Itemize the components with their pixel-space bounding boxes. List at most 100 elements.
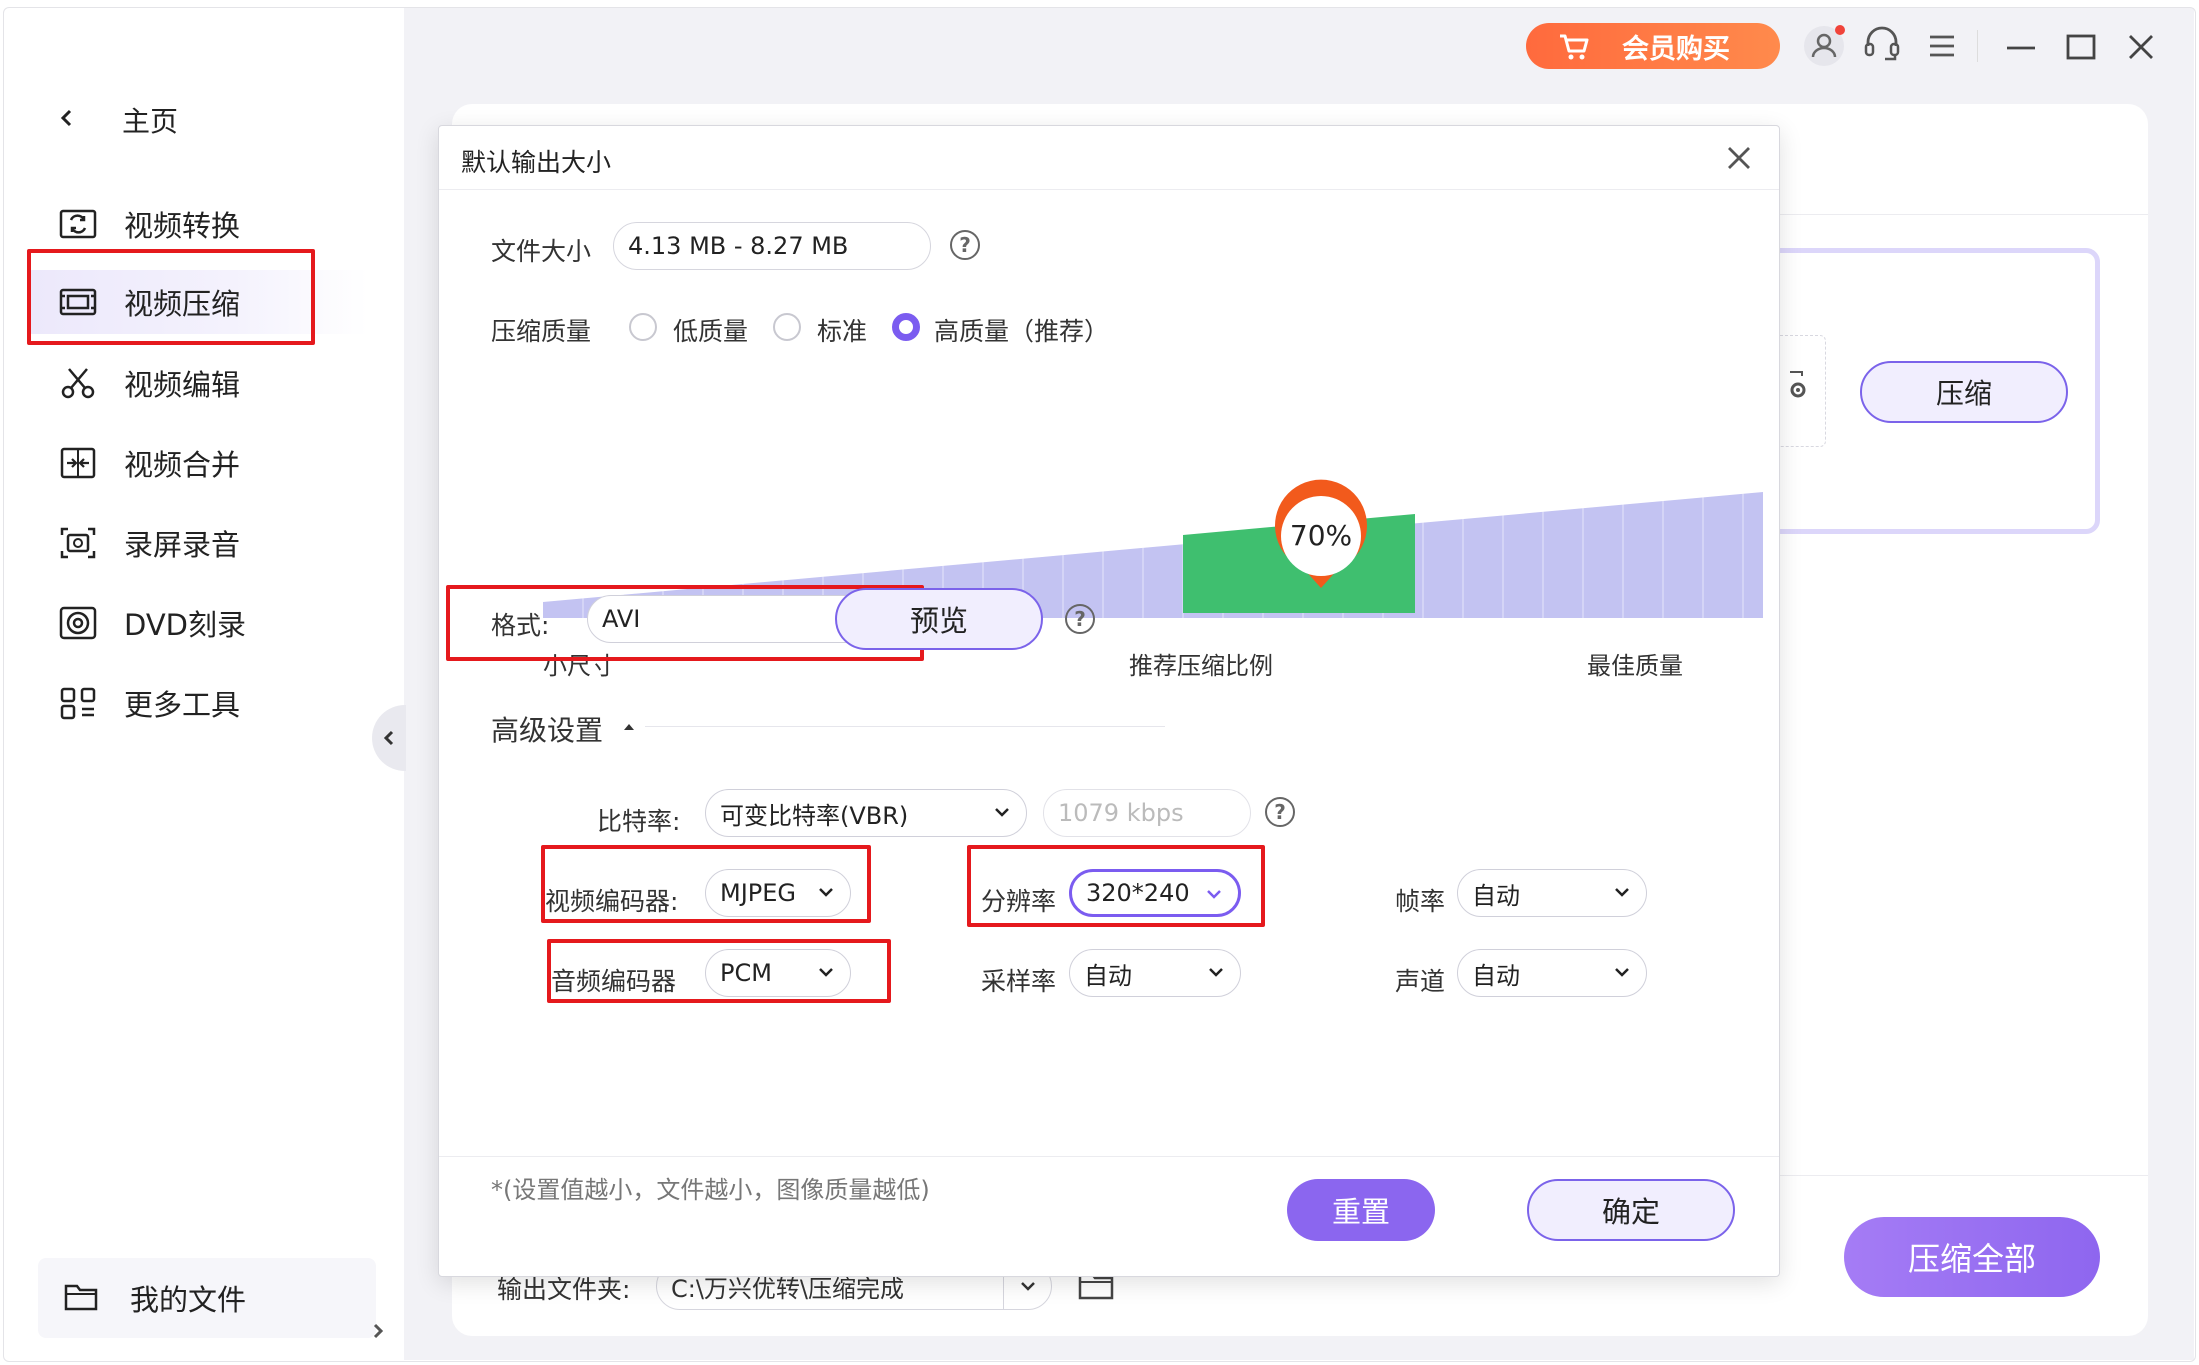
samplerate-value: 自动 [1084, 961, 1132, 990]
ok-button[interactable]: 确定 [1527, 1179, 1735, 1241]
disc-icon [59, 606, 97, 640]
compress-button[interactable]: 压缩 [1860, 361, 2068, 423]
framerate-value: 自动 [1472, 881, 1520, 910]
quality-low-label[interactable]: 低质量 [673, 312, 748, 348]
quality-high-radio[interactable] [892, 313, 920, 341]
home-nav[interactable]: 主页 [60, 100, 178, 140]
bitrate-value-field: 1079 kbps [1043, 789, 1251, 837]
sidebar-item-dvd-burn[interactable]: DVD刻录 [28, 591, 368, 655]
quality-slider[interactable]: 70% [543, 378, 1803, 618]
sidebar-item-label: 视频转换 [124, 209, 241, 243]
help-icon[interactable]: ? [1065, 604, 1095, 634]
format-label: 格式: [491, 611, 550, 640]
menu-icon[interactable] [1928, 34, 1956, 58]
divider [439, 1156, 1779, 1157]
sidebar-item-label: 视频编辑 [124, 368, 241, 402]
file-size-label: 文件大小 [491, 237, 592, 266]
bitrate-label: 比特率: [597, 807, 681, 836]
channel-label: 声道 [1395, 967, 1446, 996]
dialog-header: 默认输出大小 [439, 126, 1779, 190]
bitrate-mode-value: 可变比特率(VBR) [720, 801, 909, 830]
quality-low-radio[interactable] [629, 313, 657, 341]
chevron-down-icon [819, 888, 833, 897]
slider-percent: 70% [1290, 519, 1352, 552]
sidebar-item-label: DVD刻录 [124, 608, 246, 642]
preview-button[interactable]: 预览 [835, 588, 1043, 650]
resolution-select[interactable]: 320*240 [1069, 869, 1241, 917]
framerate-label: 帧率 [1395, 887, 1446, 916]
sidebar-item-video-convert[interactable]: 视频转换 [28, 192, 368, 256]
headset-support-icon[interactable] [1862, 24, 1902, 66]
grid-icon [60, 687, 96, 720]
slider-right-label: 最佳质量 [1587, 652, 1683, 680]
my-files-label: 我的文件 [130, 1283, 247, 1317]
resolution-label: 分辨率 [981, 887, 1057, 916]
chevron-down-icon [1615, 968, 1629, 977]
sidebar-item-label: 更多工具 [124, 688, 241, 722]
reset-button[interactable]: 重置 [1287, 1179, 1435, 1241]
divider [645, 726, 1165, 727]
quality-standard-radio[interactable] [773, 313, 801, 341]
cart-icon [1560, 34, 1589, 60]
video-encoder-label: 视频编码器: [545, 887, 679, 916]
sidebar-item-label: 视频压缩 [124, 287, 241, 321]
close-icon[interactable] [1721, 140, 1757, 176]
user-avatar-icon[interactable] [1802, 22, 1850, 70]
my-files-nav[interactable]: 我的文件 [38, 1258, 384, 1339]
format-value: AVI [602, 605, 641, 633]
chevron-left-icon [383, 730, 394, 746]
chevron-down-icon [995, 808, 1009, 817]
sidebar-item-screen-record[interactable]: 录屏录音 [28, 511, 368, 575]
app-window: 压缩 压缩全部 输出文件夹: C:\万兴优转\压缩完成 主页 视频转换 视频压缩… [0, 0, 2199, 1365]
slider-left-label: 小尺寸 [543, 652, 615, 680]
close-icon[interactable] [2128, 34, 2154, 60]
sidebar: 主页 视频转换 视频压缩 视频编辑 视频合并 录屏录音 DVD刻录 更多工具 我… [4, 8, 404, 1360]
bitrate-mode-select[interactable]: 可变比特率(VBR) [705, 789, 1027, 837]
dialog-title: 默认输出大小 [461, 148, 612, 177]
audio-encoder-label: 音频编码器 [551, 967, 677, 996]
sidebar-item-video-edit[interactable]: 视频编辑 [28, 351, 368, 415]
compress-all-button[interactable]: 压缩全部 [1844, 1217, 2100, 1297]
scissors-icon [61, 368, 95, 399]
video-compress-icon [59, 288, 97, 316]
settings-note: *(设置值越小，文件越小，图像质量越低) [491, 1176, 930, 1204]
merge-icon [60, 447, 96, 479]
chevron-down-icon [1615, 888, 1629, 897]
channel-value: 自动 [1472, 961, 1520, 990]
minimize-icon[interactable] [2006, 46, 2036, 50]
sidebar-item-label: 视频合并 [124, 448, 241, 482]
advanced-settings-title[interactable]: 高级设置 [491, 709, 603, 749]
help-icon[interactable]: ? [1265, 797, 1295, 827]
maximize-icon[interactable] [2066, 34, 2096, 60]
quality-standard-label[interactable]: 标准 [817, 312, 867, 348]
samplerate-label: 采样率 [981, 967, 1057, 996]
sidebar-item-video-merge[interactable]: 视频合并 [28, 431, 368, 495]
sidebar-item-more-tools[interactable]: 更多工具 [28, 671, 368, 735]
output-size-dialog: 默认输出大小 文件大小 4.13 MB - 8.27 MB ? 压缩质量 低质量… [438, 125, 1780, 1277]
resolution-value: 320*240 [1086, 879, 1190, 907]
audio-encoder-select[interactable]: PCM [705, 949, 851, 997]
chevron-down-icon [1209, 968, 1223, 977]
sidebar-item-label: 录屏录音 [124, 528, 241, 562]
quality-label: 压缩质量 [491, 317, 592, 346]
channel-select[interactable]: 自动 [1457, 949, 1647, 997]
screen-record-icon [60, 527, 96, 559]
chevron-down-icon [819, 968, 833, 977]
help-icon[interactable]: ? [950, 230, 980, 260]
chevron-up-icon[interactable] [621, 720, 637, 732]
quality-high-label[interactable]: 高质量（推荐） [934, 312, 1109, 348]
slider-middle-label: 推荐压缩比例 [1129, 652, 1273, 680]
vip-purchase-button[interactable]: 会员购买 [1526, 23, 1780, 69]
file-size-field: 4.13 MB - 8.27 MB [613, 222, 931, 270]
samplerate-select[interactable]: 自动 [1069, 949, 1241, 997]
video-encoder-value: MJPEG [720, 879, 797, 907]
vip-purchase-label: 会员购买 [1622, 33, 1730, 65]
folder-icon [64, 1284, 98, 1311]
chevron-down-icon [1207, 890, 1221, 899]
video-convert-icon [59, 209, 97, 239]
video-encoder-select[interactable]: MJPEG [705, 869, 851, 917]
home-label: 主页 [122, 105, 179, 138]
chevron-left-icon [60, 105, 88, 135]
sidebar-item-video-compress[interactable]: 视频压缩 [28, 270, 368, 334]
framerate-select[interactable]: 自动 [1457, 869, 1647, 917]
